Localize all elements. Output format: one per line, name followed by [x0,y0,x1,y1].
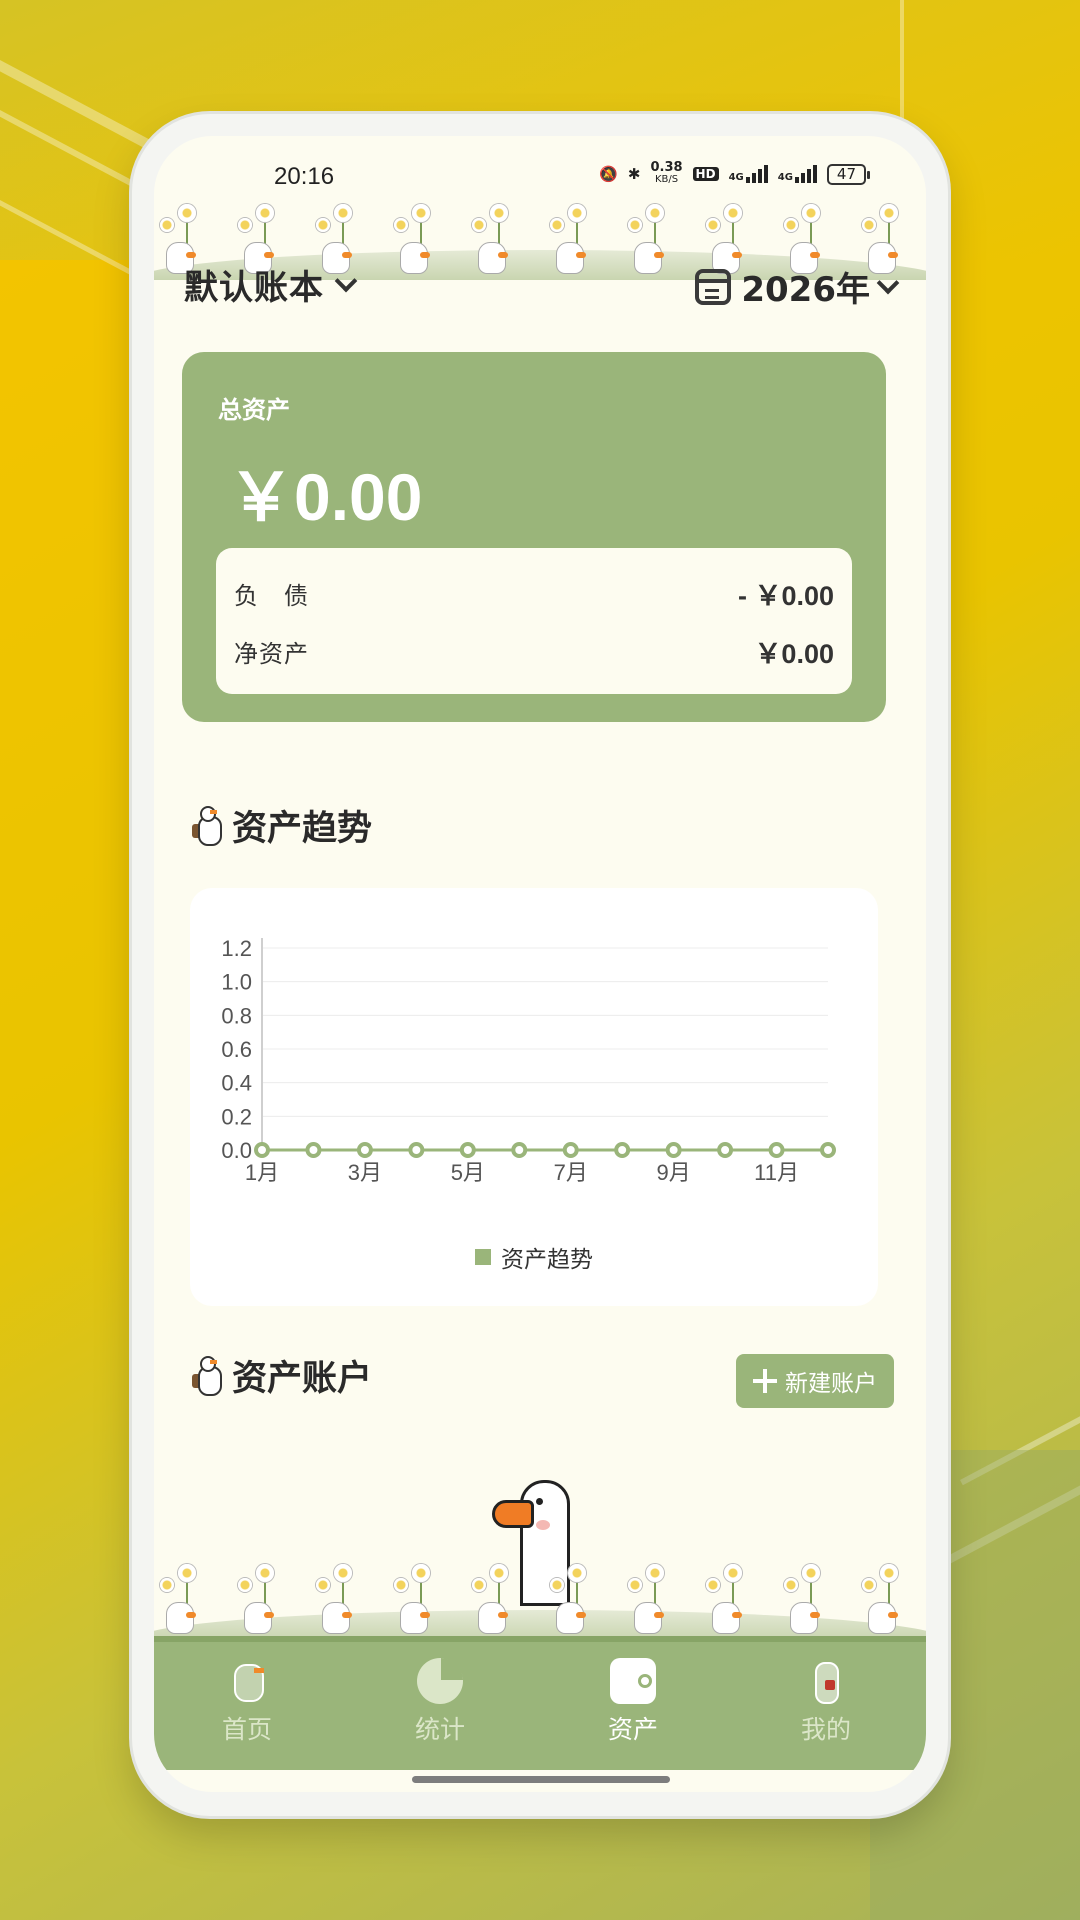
duck-flower-decoration [470,204,518,274]
phone-frame: 20:16 🔕 ✱ 0.38 KB/S HD 4G 4G 47 默认账本 202… [132,114,948,1816]
data-point [665,1142,682,1158]
data-point [408,1142,425,1158]
total-assets-card: 总资产 ￥0.00 负 债 - ￥0.00 净资产 ￥0.00 [182,352,886,722]
total-assets-value: ￥0.00 [228,460,423,534]
y-tick-label: 1.2 [221,936,252,961]
battery-icon: 47 [826,163,871,185]
data-point [254,1142,270,1158]
accounts-title: 资产账户 [232,1359,373,1399]
y-tick-label: 0.2 [221,1104,252,1129]
nav-home-label: 首页 [221,1715,272,1744]
duck-flower-decoration [392,204,440,274]
chevron-down-icon [334,269,358,292]
plus-icon [753,1369,777,1393]
book-selector[interactable]: 默认账本 [184,260,358,309]
accounts-heading: 资产账户 [192,1350,372,1401]
y-tick-label: 0.8 [221,1003,252,1028]
year-selector[interactable]: 2026年 [695,262,900,311]
app-screen: 20:16 🔕 ✱ 0.38 KB/S HD 4G 4G 47 默认账本 202… [154,136,926,1792]
goose-home-icon [224,1658,270,1704]
goose-mascot-icon [192,1355,222,1396]
goose-mascot-icon [192,805,222,846]
data-point [356,1142,373,1158]
duck-flower-decoration [860,1564,908,1634]
home-indicator[interactable] [412,1776,670,1783]
nav-stats[interactable]: 统计 [380,1658,500,1746]
data-point [768,1142,785,1158]
summary-details: 负 债 - ￥0.00 净资产 ￥0.00 [216,548,852,694]
status-bar: 20:16 🔕 ✱ 0.38 KB/S HD 4G 4G 47 [154,136,926,206]
chart-legend[interactable]: 资产趋势 [190,1240,878,1274]
flower-banner-bottom [154,1560,926,1640]
duck-flower-decoration [548,204,596,274]
year-label: 2026年 [741,270,870,310]
data-point [459,1142,476,1158]
duck-flower-decoration [236,1564,284,1634]
wallet-icon [610,1658,656,1704]
y-tick-label: 0.4 [221,1071,252,1096]
x-tick-label: 1月 [245,1160,279,1185]
net-assets-value: ￥0.00 [754,639,834,669]
data-point [562,1142,579,1158]
book-name: 默认账本 [184,268,324,308]
calendar-icon [695,268,732,305]
data-point [305,1142,322,1158]
signal-1: 4G [729,165,768,183]
duck-flower-decoration [548,1564,596,1634]
nav-assets-label: 资产 [607,1715,658,1744]
data-point [717,1142,734,1158]
hd-badge: HD [692,167,719,181]
mute-bell-icon: 🔕 [599,165,618,183]
status-time: 20:16 [274,163,335,190]
signal-icon [794,165,817,183]
trend-heading: 资产趋势 [192,800,372,851]
bottom-navigation: 首页 统计 资产 我的 [154,1636,926,1770]
duck-flower-decoration [158,1564,206,1634]
duck-flower-decoration [782,1564,830,1634]
data-point [820,1142,836,1158]
net-assets-row: 净资产 ￥0.00 [234,632,834,671]
status-icons: 🔕 ✱ 0.38 KB/S HD 4G 4G 47 [599,160,871,186]
duck-flower-decoration [626,204,674,274]
total-assets-label: 总资产 [218,396,290,424]
chevron-down-icon [876,271,900,294]
data-point [614,1142,631,1158]
nav-profile-label: 我的 [800,1715,851,1744]
nav-profile[interactable]: 我的 [766,1658,886,1746]
pie-chart-icon [417,1658,463,1704]
data-point [511,1142,528,1158]
duck-flower-decoration [314,1564,362,1634]
asset-trend-chart: 0.0 0.2 0.4 0.6 0.8 1.0 1.2 1月 3月 5月 7月 9月 11月 资产趋势 [190,888,878,1306]
x-tick-label: 11月 [754,1160,799,1185]
new-account-button[interactable]: 新建账户 [736,1354,894,1408]
bluetooth-icon: ✱ [627,165,641,183]
nav-stats-label: 统计 [414,1715,465,1744]
y-tick-label: 1.0 [221,970,252,995]
legend-label: 资产趋势 [501,1247,593,1273]
duck-flower-decoration [470,1564,518,1634]
nav-assets[interactable]: 资产 [573,1658,693,1746]
signal-icon [745,165,768,183]
x-tick-label: 7月 [554,1160,588,1185]
signal-2: 4G [778,165,817,183]
net-assets-label: 净资产 [234,640,309,668]
duck-flower-decoration [626,1564,674,1634]
legend-swatch [475,1249,491,1265]
x-tick-label: 9月 [657,1160,691,1185]
duck-flower-decoration [392,1564,440,1634]
trend-title: 资产趋势 [232,809,373,849]
liability-label: 负 债 [234,582,309,610]
liability-value: - ￥0.00 [737,581,834,611]
goose-profile-icon [803,1658,849,1704]
x-tick-label: 3月 [348,1160,382,1185]
x-tick-label: 5月 [451,1160,485,1185]
y-tick-label: 0.6 [221,1037,252,1062]
duck-flower-decoration [704,1564,752,1634]
liability-row: 负 债 - ￥0.00 [234,574,834,613]
new-account-label: 新建账户 [785,1371,877,1397]
net-speed: 0.38 KB/S [650,160,683,185]
nav-home[interactable]: 首页 [187,1658,307,1746]
